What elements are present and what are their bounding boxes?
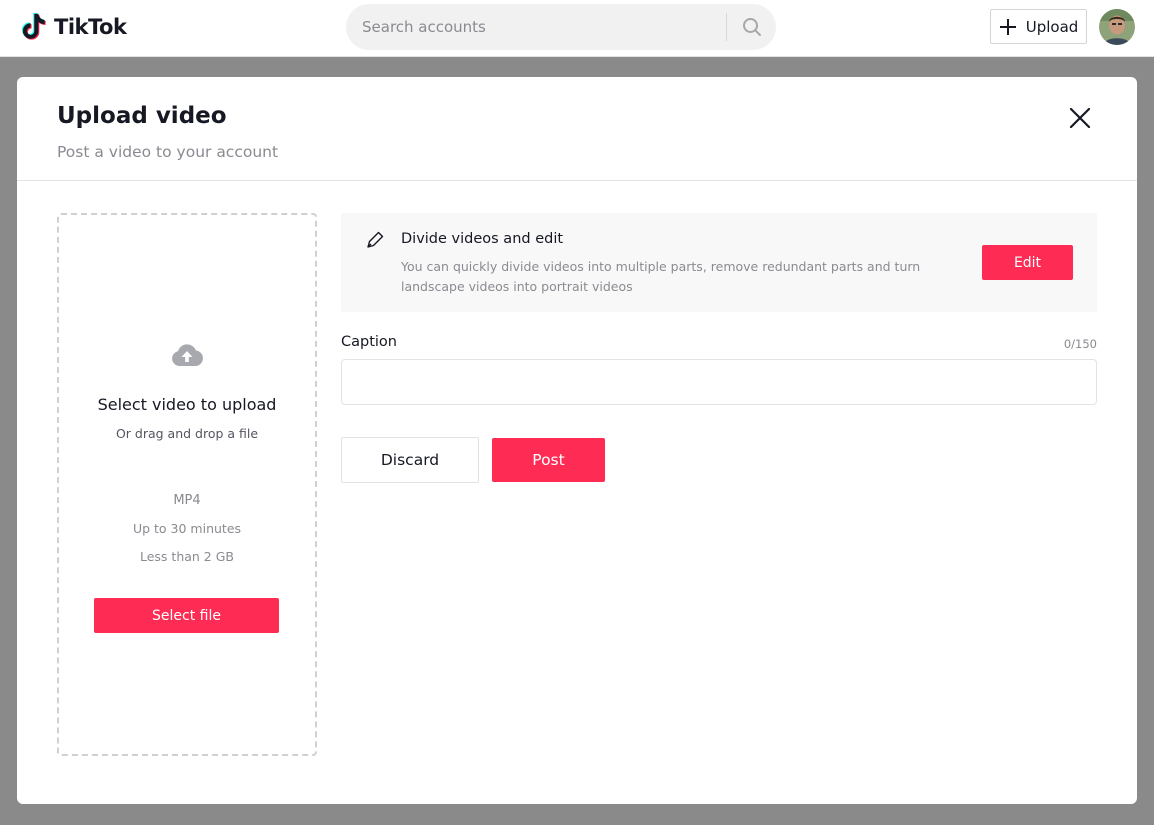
close-button[interactable] xyxy=(1068,106,1092,130)
dropzone-title: Select video to upload xyxy=(97,395,277,414)
search-input[interactable] xyxy=(346,4,726,50)
post-button[interactable]: Post xyxy=(492,438,605,482)
modal-subtitle: Post a video to your account xyxy=(57,143,279,161)
caption-input[interactable] xyxy=(341,359,1097,405)
search-button[interactable] xyxy=(727,4,776,50)
logo-wordmark: TikTok xyxy=(54,14,127,39)
caption-label: Caption xyxy=(341,334,397,350)
select-file-button[interactable]: Select file xyxy=(94,598,279,633)
close-icon xyxy=(1069,107,1091,129)
upload-button-label: Upload xyxy=(1025,17,1079,36)
top-navigation-bar: TikTok Upload xyxy=(0,0,1154,57)
upload-modal: Upload video Post a video to your accoun… xyxy=(17,77,1137,804)
divide-edit-card: Divide videos and edit You can quickly d… xyxy=(341,213,1097,312)
upload-button[interactable]: Upload xyxy=(990,9,1087,44)
caption-character-count: 0/150 xyxy=(1063,337,1097,351)
modal-title: Upload video xyxy=(57,103,227,129)
search-bar xyxy=(346,4,776,50)
edit-card-description: You can quickly divide videos into multi… xyxy=(401,259,921,294)
duration-requirement: Up to 30 minutes xyxy=(132,521,242,536)
pen-icon xyxy=(367,231,384,248)
edit-button[interactable]: Edit xyxy=(982,245,1073,280)
plus-icon xyxy=(999,18,1017,36)
cloud-upload-icon xyxy=(172,344,203,366)
video-dropzone[interactable]: Select video to upload Or drag and drop … xyxy=(57,213,317,756)
format-requirement: MP4 xyxy=(173,493,201,508)
modal-header: Upload video Post a video to your accoun… xyxy=(17,77,1137,181)
avatar[interactable] xyxy=(1099,9,1135,45)
discard-button[interactable]: Discard xyxy=(341,437,479,483)
size-requirement: Less than 2 GB xyxy=(139,549,234,564)
tiktok-note-icon xyxy=(21,12,46,40)
tiktok-logo[interactable]: TikTok xyxy=(18,11,127,42)
edit-card-title: Divide videos and edit xyxy=(401,231,564,247)
dropzone-subtitle: Or drag and drop a file xyxy=(115,426,259,441)
search-icon xyxy=(742,18,761,36)
